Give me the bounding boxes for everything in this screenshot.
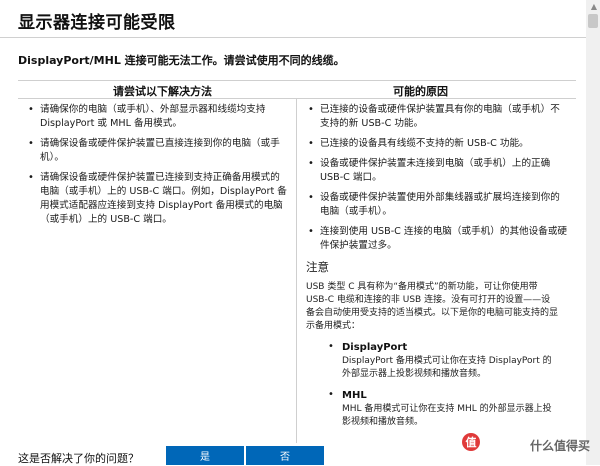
troubleshoot-table: 请尝试以下解决方法 可能的原因 • 请确保你的电脑（或手机）、外部显示器和线缆均支… xyxy=(18,80,576,443)
bullet-icon: • xyxy=(28,138,34,149)
note-heading: 注意 xyxy=(306,260,329,274)
bullet-icon: • xyxy=(328,341,334,352)
bullet-icon: • xyxy=(308,138,314,149)
solutions-column: • 请确保你的电脑（或手机）、外部显示器和线缆均支持 DisplayPort 或 … xyxy=(26,103,288,233)
column-header-causes: 可能的原因 xyxy=(393,85,448,98)
yes-button[interactable]: 是 xyxy=(166,446,244,465)
scrollbar-thumb[interactable] xyxy=(588,14,598,28)
list-item: • 请确保你的电脑（或手机）、外部显示器和线缆均支持 DisplayPort 或 … xyxy=(28,104,266,129)
list-item: • 请确保设备或硬件保护装置已直接连接到你的电脑（或手机）。 xyxy=(28,138,280,163)
feedback-question: 这是否解决了你的问题？ xyxy=(18,452,139,465)
list-item: • 请确保设备或硬件保护装置已连接到支持正确备用模式的电脑（或手机）上的 USB-… xyxy=(28,172,287,225)
dialog-header: 显示器连接可能受限 xyxy=(0,0,586,38)
column-divider xyxy=(296,98,297,443)
causes-column: • 已连接的设备或硬件保护装置具有你的电脑（或手机）不支持的新 USB-C 功能。… xyxy=(306,103,568,437)
mode-item-mhl: • MHL MHL 备用模式可让你在支持 MHL 的外部显示器上投影视频和播放音… xyxy=(306,389,568,429)
bullet-icon: • xyxy=(28,172,34,183)
bullet-icon: • xyxy=(308,226,314,237)
watermark-text: 什么值得买 xyxy=(529,439,590,453)
list-item: • 连接到使用 USB-C 连接的电脑（或手机）的其他设备或硬件保护装置过多。 xyxy=(308,226,568,251)
note-body: USB 类型 C 具有称为“备用模式”的新功能，可让你使用带 USB-C 电缆和… xyxy=(306,282,559,331)
page-title: 显示器连接可能受限 xyxy=(18,13,176,33)
bullet-icon: • xyxy=(328,389,334,400)
bullet-icon: • xyxy=(308,192,314,203)
page-subtitle: DisplayPort/MHL 连接可能无法工作。请尝试使用不同的线缆。 xyxy=(18,54,345,67)
bullet-icon: • xyxy=(308,104,314,115)
header-divider xyxy=(0,37,586,38)
no-button[interactable]: 否 xyxy=(246,446,324,465)
header-row-divider xyxy=(18,98,576,99)
mode-description: MHL 备用模式可让你在支持 MHL 的外部显示器上投影视频和播放音频。 xyxy=(342,404,552,427)
mode-name: MHL xyxy=(342,390,367,401)
vertical-scrollbar[interactable]: ▲ xyxy=(586,0,600,465)
bullet-icon: • xyxy=(308,158,314,169)
mode-name: DisplayPort xyxy=(342,342,408,353)
feedback-bar: 这是否解决了你的问题？ 是 否 xyxy=(0,444,586,465)
mode-item-displayport: • DisplayPort DisplayPort 备用模式可让你在支持 Dis… xyxy=(306,341,568,381)
bullet-icon: • xyxy=(28,104,34,115)
list-item: • 设备或硬件保护装置未连接到电脑（或手机）上的正确 USB-C 端口。 xyxy=(308,158,551,183)
list-item: • 设备或硬件保护装置使用外部集线器或扩展坞连接到你的电脑（或手机）。 xyxy=(308,192,560,217)
list-item: • 已连接的设备具有线缆不支持的新 USB-C 功能。 xyxy=(308,138,529,149)
scroll-up-icon[interactable]: ▲ xyxy=(591,2,597,11)
watermark-logo-icon: 值 xyxy=(462,433,480,451)
mode-description: DisplayPort 备用模式可让你在支持 DisplayPort 的外部显示… xyxy=(342,356,552,379)
column-header-solutions: 请尝试以下解决方法 xyxy=(113,85,212,98)
list-item: • 已连接的设备或硬件保护装置具有你的电脑（或手机）不支持的新 USB-C 功能。 xyxy=(308,104,560,129)
